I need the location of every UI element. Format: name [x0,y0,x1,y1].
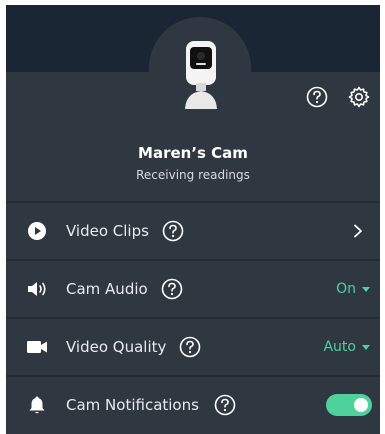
caret-down-icon [362,344,370,350]
cam-audio-dropdown[interactable]: On [336,281,370,297]
cam-audio-value: On [336,281,356,297]
play-circle-icon [26,220,48,242]
cam-audio-label: Cam Audio [66,280,148,298]
gear-icon[interactable] [347,85,371,109]
video-quality-label: Video Quality [66,338,167,356]
cam-notifications-help-icon[interactable] [213,393,237,417]
toggle-knob [354,398,368,412]
video-quality-dropdown[interactable]: Auto [323,339,370,355]
chevron-right-icon[interactable] [352,224,364,238]
camera-device-icon [185,41,217,109]
caret-down-icon [362,286,370,292]
video-quality-row[interactable]: Video Quality Auto [6,317,380,375]
cam-notifications-label: Cam Notifications [66,396,199,414]
camera-status: Receiving readings [136,168,250,182]
cam-notifications-row[interactable]: Cam Notifications [6,375,380,433]
video-camera-icon [26,336,48,358]
camera-name: Maren’s Cam [138,144,248,162]
video-clips-label: Video Clips [66,222,149,240]
video-clips-help-icon[interactable] [161,219,185,243]
video-quality-value: Auto [323,339,356,355]
cam-audio-help-icon[interactable] [160,277,184,301]
speaker-icon [26,278,48,300]
cam-audio-row[interactable]: Cam Audio On [6,259,380,317]
help-icon[interactable] [305,85,329,109]
video-clips-row[interactable]: Video Clips [6,201,380,259]
bell-icon [26,394,48,416]
camera-settings-panel: Maren’s Cam Receiving readings Video Cli… [6,5,380,434]
cam-notifications-toggle[interactable] [326,394,372,416]
video-quality-help-icon[interactable] [178,335,202,359]
